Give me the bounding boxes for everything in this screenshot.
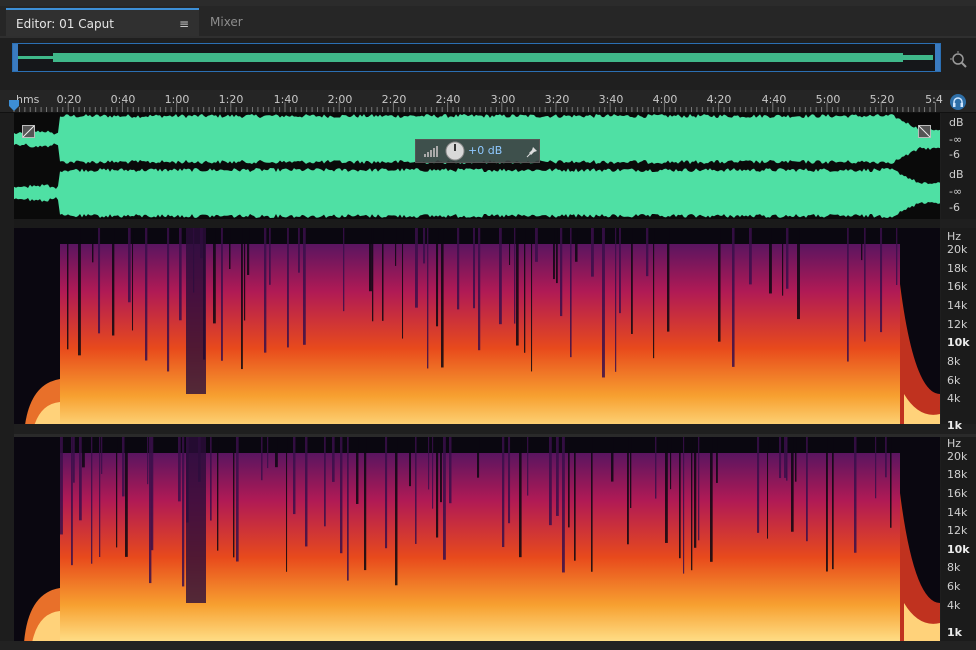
hz-unit: Hz [947, 230, 962, 243]
hz-label: 12k [947, 524, 968, 537]
amp-minus6-ch2: -6 [949, 201, 960, 214]
hz-label: 14k [947, 299, 968, 312]
panel-tab-bar: Editor: 01 Caput Mortuum.mp3 ≡ Mixer [0, 6, 976, 59]
frequency-scale-left: Hz 20k 18k 16k 14k 12k 10k 8k 6k 4k 1k [941, 228, 976, 432]
tab-mixer[interactable]: Mixer [200, 8, 270, 36]
spectrogram-right-image [14, 437, 940, 641]
hz-label: 16k [947, 280, 968, 293]
waveform-channel-right [14, 168, 940, 218]
amp-unit-ch1: dB [949, 116, 964, 129]
hz-label: 18k [947, 468, 968, 481]
amplitude-scale: dB -∞ -6 dB -∞ -6 [941, 113, 976, 219]
spectrogram-channel-left[interactable] [14, 228, 940, 424]
zoom-navigator-icon[interactable] [949, 50, 969, 70]
left-gutter [0, 113, 14, 650]
overview-waveform [13, 44, 940, 71]
time-ruler[interactable]: hms 0:20 0:40 1:00 1:20 1:40 2:00 2:20 2… [0, 90, 976, 113]
volume-knob[interactable] [445, 141, 465, 161]
playhead-marker-icon[interactable] [8, 100, 20, 112]
hz-label: 4k [947, 599, 961, 612]
waveform-overview-navigator[interactable] [12, 43, 941, 72]
bottom-strip [0, 641, 976, 650]
amp-minus6-ch1: -6 [949, 148, 960, 161]
ruler-tick-marks [13, 102, 936, 112]
hz-label: 20k [947, 450, 968, 463]
tab-mixer-label: Mixer [210, 15, 243, 29]
overview-left-handle[interactable] [13, 44, 18, 71]
amp-unit-ch2: dB [949, 168, 964, 181]
spectrogram-channel-right[interactable] [14, 437, 940, 641]
hz-label: 6k [947, 580, 961, 593]
fade-in-handle-icon[interactable] [22, 125, 36, 139]
volume-hud[interactable]: +0 dB [415, 139, 540, 163]
tab-editor[interactable]: Editor: 01 Caput Mortuum.mp3 ≡ [6, 8, 199, 59]
amp-inf-ch1: -∞ [949, 133, 963, 146]
hz-label: 16k [947, 487, 968, 500]
tab-menu-icon[interactable]: ≡ [179, 10, 189, 38]
hz-label: 12k [947, 318, 968, 331]
headphones-icon[interactable] [950, 94, 966, 110]
panel-splitter[interactable] [14, 219, 940, 230]
pin-icon[interactable] [526, 146, 538, 158]
volume-value[interactable]: +0 dB [468, 144, 502, 157]
hz-label: 18k [947, 262, 968, 275]
hz-label: 10k [947, 336, 970, 349]
hz-unit: Hz [947, 437, 962, 450]
hz-label: 4k [947, 392, 961, 405]
hz-label: 8k [947, 355, 961, 368]
hz-label: 10k [947, 543, 970, 556]
hz-label: 1k [947, 419, 962, 432]
hz-label: 8k [947, 561, 961, 574]
waveform-display[interactable] [14, 113, 940, 219]
hz-label: 14k [947, 506, 968, 519]
hz-label: 1k [947, 626, 962, 639]
hz-label: 20k [947, 243, 968, 256]
level-meter-icon [424, 146, 438, 157]
spectrogram-left-image [14, 228, 940, 424]
hz-label: 6k [947, 374, 961, 387]
frequency-scale-right: Hz 20k 18k 16k 14k 12k 10k 8k 6k 4k 1k [941, 437, 976, 641]
amp-inf-ch2: -∞ [949, 185, 963, 198]
overview-right-handle[interactable] [935, 44, 940, 71]
fade-out-handle-icon[interactable] [918, 125, 932, 139]
